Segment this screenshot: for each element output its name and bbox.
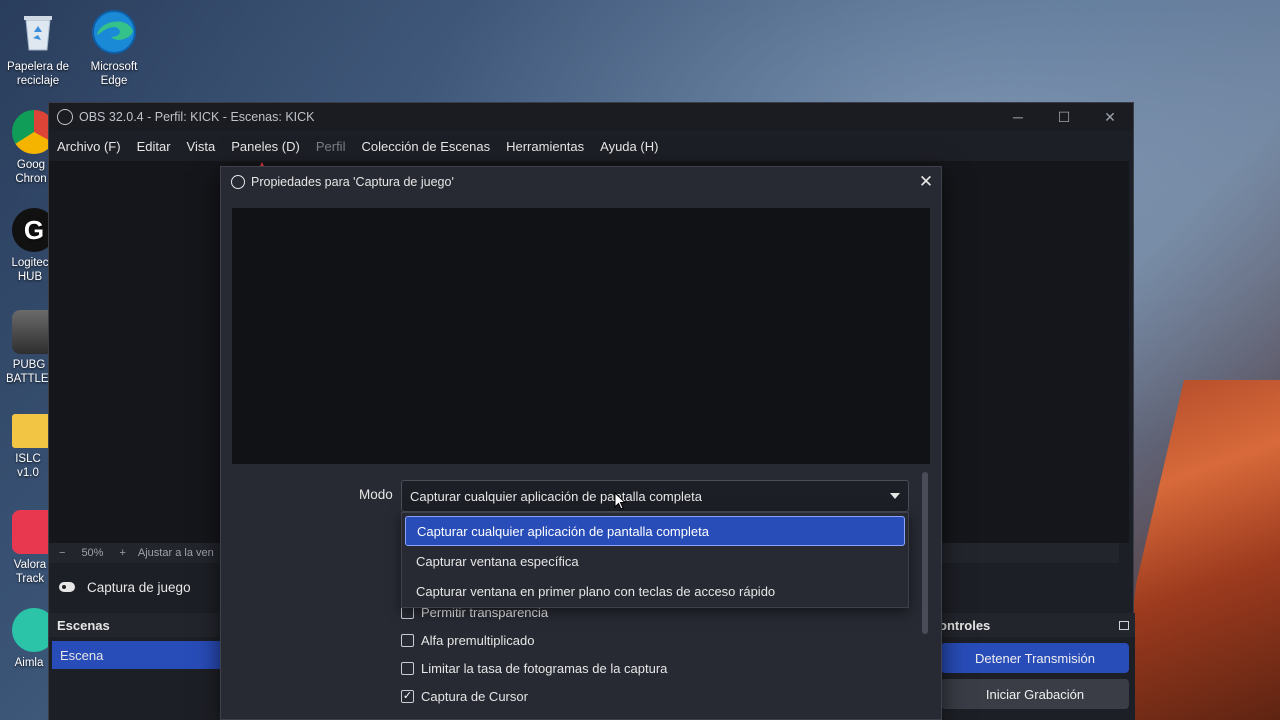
stop-stream-button[interactable]: Detener Transmisión — [941, 643, 1129, 673]
mode-option[interactable]: Capturar ventana en primer plano con tec… — [405, 576, 905, 606]
controls-dock-title: ontroles — [939, 617, 991, 633]
selected-source-name: Captura de juego — [87, 579, 191, 595]
menu-editar[interactable]: Editar — [129, 139, 179, 154]
checkbox[interactable] — [401, 634, 414, 647]
desktop-icon-label: Papelera de reciclaje — [6, 61, 70, 87]
menu-vista[interactable]: Vista — [179, 139, 224, 154]
zoom-fit-label[interactable]: Ajustar a la ven — [138, 547, 214, 559]
window-controls: ─ ☐ ✕ — [995, 103, 1133, 131]
chevron-down-icon[interactable] — [882, 493, 908, 499]
mode-option[interactable]: Capturar ventana específica — [405, 546, 905, 576]
mode-dropdown-list: Capturar cualquier aplicación de pantall… — [401, 512, 909, 608]
edge-icon — [90, 8, 138, 56]
scenes-dock-title: Escenas — [49, 613, 221, 637]
obs-menubar: Archivo (F) Editar Vista Paneles (D) Per… — [49, 131, 1133, 161]
desktop-icon-recycle-bin[interactable]: Papelera de reciclaje — [0, 8, 76, 88]
desktop-icon-label: Valora Track — [13, 559, 47, 585]
pubg-icon — [12, 310, 52, 354]
menu-coleccion-escenas[interactable]: Colección de Escenas — [353, 139, 498, 154]
desktop-icon-islc[interactable]: ISLC v1.0 — [0, 410, 52, 480]
controls-dock: ontroles Detener Transmisión Iniciar Gra… — [929, 613, 1135, 720]
gamepad-icon — [59, 582, 75, 592]
zoom-in-button[interactable]: + — [119, 547, 125, 559]
menu-archivo[interactable]: Archivo (F) — [49, 139, 129, 154]
dialog-close-icon[interactable]: ✕ — [911, 167, 941, 197]
maximize-icon[interactable]: ☐ — [1041, 103, 1087, 131]
desktop-icon-pubg[interactable]: PUBG BATTLEG — [0, 310, 52, 386]
desktop-icon-edge[interactable]: Microsoft Edge — [76, 8, 152, 88]
mode-label: Modo — [359, 487, 393, 502]
mode-select-value: Capturar cualquier aplicación de pantall… — [410, 488, 702, 504]
menu-paneles[interactable]: Paneles (D) — [223, 139, 308, 154]
desktop-icon-label: ISLC v1.0 — [15, 453, 41, 479]
chrome-icon — [12, 110, 52, 154]
desktop-icon-chrome[interactable]: Goog Chron — [0, 110, 52, 186]
mode-option[interactable]: Capturar cualquier aplicación de pantall… — [405, 516, 905, 546]
checkbox[interactable] — [401, 662, 414, 675]
controls-dock-title-bar: ontroles — [929, 613, 1135, 637]
desktop-icon-label: Logitec HUB — [11, 257, 49, 283]
desktop-icon-label: Aimla — [14, 657, 44, 669]
minimize-icon[interactable]: ─ — [995, 103, 1041, 131]
checkbox-row-limit-framerate[interactable]: Limitar la tasa de fotogramas de la capt… — [401, 661, 667, 676]
scene-item[interactable]: Escena — [52, 641, 221, 669]
desktop-icon-label: Microsoft Edge — [90, 61, 138, 87]
logitech-icon: G — [12, 208, 52, 252]
menu-ayuda[interactable]: Ayuda (H) — [592, 139, 666, 154]
recycle-bin-icon — [14, 8, 62, 56]
dialog-scrollbar[interactable] — [922, 472, 928, 634]
desktop-icon-aimlab[interactable]: Aimla — [0, 608, 52, 670]
start-recording-button[interactable]: Iniciar Grabación — [941, 679, 1129, 709]
checkbox-label: Captura de Cursor — [421, 689, 528, 704]
desktop-icon-logitech[interactable]: G Logitec HUB — [0, 208, 52, 284]
obs-logo-icon — [57, 109, 73, 125]
aimlab-icon — [12, 608, 52, 652]
desktop-icon-label: Goog Chron — [15, 159, 47, 185]
dialog-preview — [232, 208, 930, 464]
obs-titlebar[interactable]: OBS 32.0.4 - Perfil: KICK - Escenas: KIC… — [49, 103, 1133, 131]
checkbox-label: Limitar la tasa de fotogramas de la capt… — [421, 661, 668, 676]
zoom-value: 50% — [81, 547, 104, 559]
desktop-icon-valorant-tracker[interactable]: Valora Track — [0, 510, 52, 586]
obs-window-title: OBS 32.0.4 - Perfil: KICK - Escenas: KIC… — [79, 110, 315, 124]
checkbox-row-capture-cursor[interactable]: ✓ Captura de Cursor — [401, 689, 528, 704]
checkbox-row-premultiplied-alpha[interactable]: Alfa premultiplicado — [401, 633, 534, 648]
dialog-titlebar[interactable]: Propiedades para 'Captura de juego' ✕ — [221, 167, 941, 197]
undock-icon[interactable] — [1119, 620, 1129, 630]
obs-logo-icon — [231, 175, 245, 189]
checkbox-checked[interactable]: ✓ — [401, 690, 414, 703]
mode-select[interactable]: Capturar cualquier aplicación de pantall… — [401, 480, 909, 512]
properties-dialog: Propiedades para 'Captura de juego' ✕ Mo… — [220, 166, 942, 720]
dialog-title: Propiedades para 'Captura de juego' — [251, 175, 454, 189]
valorant-tracker-icon — [12, 510, 52, 554]
menu-herramientas[interactable]: Herramientas — [498, 139, 592, 154]
close-icon[interactable]: ✕ — [1087, 103, 1133, 131]
checkbox-label: Alfa premultiplicado — [421, 633, 535, 648]
folder-icon — [12, 414, 52, 448]
scenes-dock: Escenas Escena — [49, 613, 221, 720]
desktop-icon-label: PUBG BATTLEG — [6, 359, 52, 385]
menu-perfil[interactable]: Perfil — [308, 139, 354, 154]
zoom-out-button[interactable]: − — [59, 547, 65, 559]
